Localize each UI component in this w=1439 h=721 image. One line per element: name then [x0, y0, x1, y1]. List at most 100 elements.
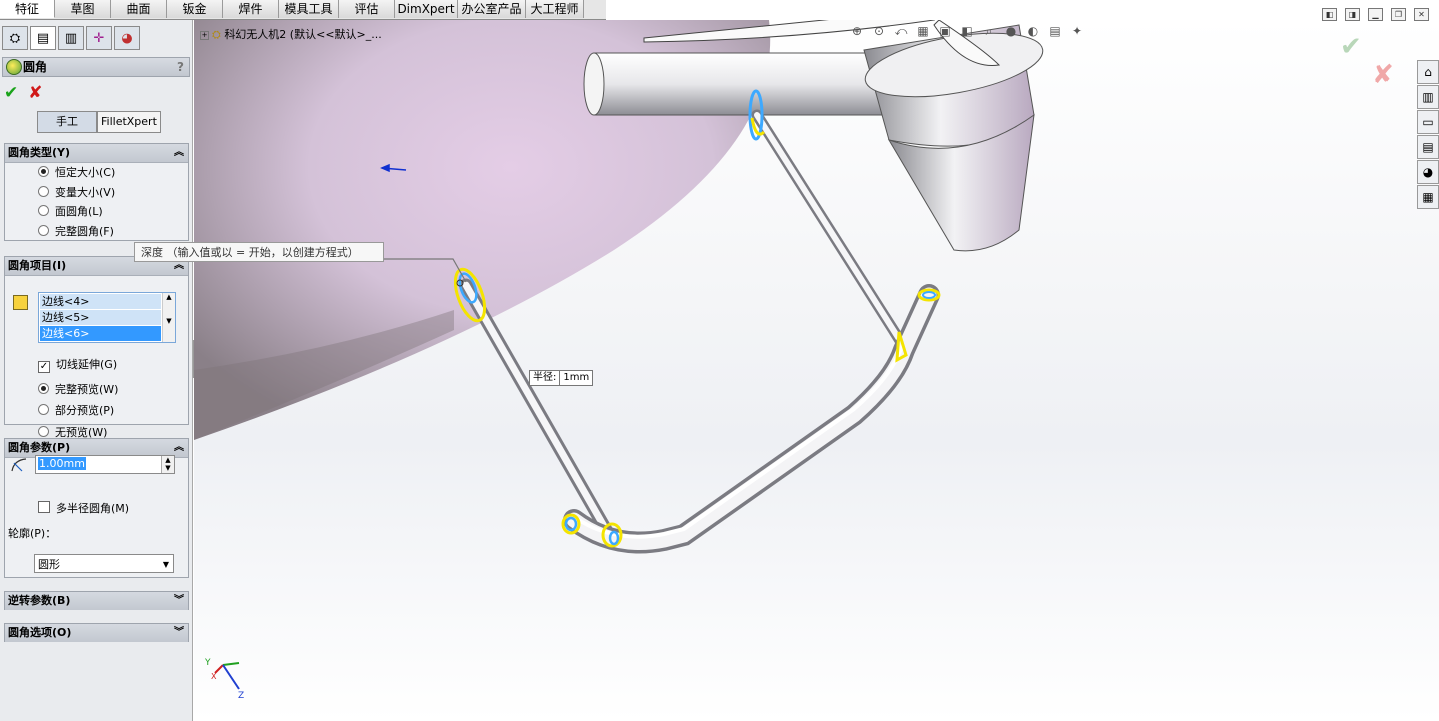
custom-properties-icon[interactable]: ▦	[1417, 185, 1439, 209]
close-icon[interactable]: ✕	[1414, 8, 1429, 21]
tab-sketch[interactable]: 草图	[55, 0, 111, 18]
home-icon[interactable]: ⌂	[1417, 60, 1439, 84]
minimize-icon[interactable]: ▁	[1368, 8, 1383, 21]
tangent-propagation-checkbox[interactable]: ✓ 切线延伸(G)	[38, 357, 117, 373]
radio-dot[interactable]	[38, 205, 49, 216]
fillet-type-group: 圆角类型(Y) ︽ 恒定大小(C) 变量大小(V) 面圆角(L) 完整圆角(F)	[4, 143, 189, 241]
tab-surfaces[interactable]: 曲面	[111, 0, 167, 18]
callout-label: 半径:	[533, 372, 557, 383]
checkbox-box[interactable]: ✓	[38, 361, 50, 373]
tab-big-engineer[interactable]: 大工程师	[526, 0, 584, 18]
view-palette-icon[interactable]: ▤	[1417, 135, 1439, 159]
appearances-icon[interactable]: ◕	[1417, 160, 1439, 184]
ok-check-icon[interactable]: ✔	[4, 83, 18, 103]
confirmation-corner-ok-icon[interactable]: ✔	[1340, 32, 1362, 62]
list-scrollbar[interactable]: ▲ ▼	[162, 293, 175, 342]
graphics-viewport[interactable]: ⊕ ⊙ ⤺ ▦ ▣ ◧ ⌕ ● ◐ ▤ ✦	[194, 20, 1439, 721]
dimxpert-manager-icon[interactable]: ✛	[86, 26, 112, 50]
radio-variable-size[interactable]: 变量大小(V)	[38, 185, 115, 201]
radio-full-round[interactable]: 完整圆角(F)	[38, 224, 114, 240]
expand-chevron-icon[interactable]: ︾	[174, 592, 184, 610]
tab-sheet-metal[interactable]: 钣金	[167, 0, 223, 18]
radio-dot[interactable]	[38, 186, 49, 197]
edge-selection-list[interactable]: 边线<4> 边线<5> 边线<6> ▲ ▼	[38, 292, 176, 343]
section-view-icon[interactable]: ▦	[915, 24, 931, 38]
chevron-down-icon[interactable]: ▼	[163, 555, 169, 574]
fillet-type-header[interactable]: 圆角类型(Y) ︽	[5, 144, 188, 163]
zoom-fit-icon[interactable]: ⊕	[849, 24, 865, 38]
zoom-area-icon[interactable]: ⊙	[871, 24, 887, 38]
multi-radius-checkbox[interactable]: 多半径圆角(M)	[38, 501, 129, 517]
display-manager-icon[interactable]: ◕	[114, 26, 140, 50]
radio-dot[interactable]	[38, 166, 49, 177]
manual-mode-button[interactable]: 手工	[37, 111, 97, 133]
flyout-feature-tree[interactable]: + ⛭ 科幻无人机2 (默认<<默认>_...	[200, 26, 382, 42]
view-settings-icon[interactable]: ▤	[1047, 24, 1063, 38]
profile-select[interactable]: 圆形 ▼	[34, 554, 174, 573]
fillet-items-group: 圆角项目(I) ︽ 边线<4> 边线<5> 边线<6> ▲ ▼ ✓ 切线延伸(G) …	[4, 256, 189, 439]
scene-icon[interactable]: ◐	[1025, 24, 1041, 38]
render-icon[interactable]: ✦	[1069, 24, 1085, 38]
list-item[interactable]: 边线<6>	[40, 326, 161, 341]
tile-right-icon[interactable]: ◨	[1345, 8, 1360, 21]
tab-dimxpert[interactable]: DimXpert	[395, 0, 458, 18]
command-manager-tabs: 特征 草图 曲面 钣金 焊件 模具工具 评估 DimXpert 办公室产品 大工…	[0, 0, 606, 20]
appearance-icon[interactable]: ●	[1003, 24, 1019, 38]
property-manager-panel: ⛭ ▤ ▥ ✛ ◕ 圆角 ? ✔ ✘ 手工 FilletXpert 圆角类型(Y)…	[0, 20, 193, 721]
fillet-options-group[interactable]: 圆角选项(O) ︾	[4, 623, 189, 642]
feature-manager-tabs: ⛭ ▤ ▥ ✛ ◕	[0, 26, 140, 52]
expand-tree-icon[interactable]: +	[200, 31, 209, 40]
radio-full-preview[interactable]: 完整预览(W)	[38, 382, 118, 398]
restore-icon[interactable]: ❐	[1391, 8, 1406, 21]
list-item[interactable]: 边线<5>	[40, 310, 161, 325]
tab-weldments[interactable]: 焊件	[223, 0, 279, 18]
confirmation-corner-cancel-icon[interactable]: ✘	[1372, 60, 1394, 90]
callout-value[interactable]: 1mm	[559, 371, 592, 385]
hide-show-icon[interactable]: ⌕	[981, 24, 997, 38]
help-icon[interactable]: ?	[177, 58, 184, 76]
radio-dot[interactable]	[38, 426, 49, 437]
radius-spinner[interactable]: ▲ ▼	[161, 456, 174, 473]
expand-chevron-icon[interactable]: ︾	[174, 624, 184, 642]
tab-office-products[interactable]: 办公室产品	[458, 0, 526, 18]
tile-left-icon[interactable]: ◧	[1322, 8, 1337, 21]
radio-partial-preview[interactable]: 部分预览(P)	[38, 403, 114, 419]
cancel-x-icon[interactable]: ✘	[28, 83, 42, 103]
fillet-options-header[interactable]: 圆角选项(O) ︾	[5, 624, 188, 642]
radius-input[interactable]: 1.00mm ▲ ▼	[35, 455, 175, 474]
list-item[interactable]: 边线<4>	[40, 294, 161, 309]
view-orientation-icon[interactable]: ▣	[937, 24, 953, 38]
file-explorer-icon[interactable]: ▭	[1417, 110, 1439, 134]
property-manager-icon[interactable]: ▤	[30, 26, 56, 50]
setback-parameters-header[interactable]: 逆转参数(B) ︾	[5, 592, 188, 610]
radio-constant-size[interactable]: 恒定大小(C)	[38, 165, 115, 181]
filletxpert-mode-button[interactable]: FilletXpert	[97, 111, 161, 133]
collapse-chevron-icon[interactable]: ︽	[174, 439, 184, 457]
radio-dot[interactable]	[38, 383, 49, 394]
setback-parameters-group[interactable]: 逆转参数(B) ︾	[4, 591, 189, 610]
part-name[interactable]: 科幻无人机2 (默认<<默认>_...	[224, 28, 381, 41]
display-style-icon[interactable]: ◧	[959, 24, 975, 38]
radius-callout[interactable]: 半径: 1mm	[529, 370, 594, 386]
triad-x-label: X	[211, 672, 217, 681]
profile-label: 轮廓(P)：	[8, 527, 57, 540]
radio-face-fillet[interactable]: 面圆角(L)	[38, 204, 103, 220]
checkbox-box[interactable]	[38, 501, 50, 513]
radio-dot[interactable]	[38, 404, 49, 415]
edge-selection-icon	[13, 295, 28, 310]
part-icon: ⛭	[212, 28, 221, 41]
tab-mold-tools[interactable]: 模具工具	[279, 0, 339, 18]
tab-evaluate[interactable]: 评估	[339, 0, 395, 18]
configuration-manager-icon[interactable]: ▥	[58, 26, 84, 50]
document-window-controls: ◧ ◨ ▁ ❐ ✕	[1322, 8, 1429, 21]
tab-features[interactable]: 特征	[0, 0, 55, 18]
design-library-icon[interactable]: ▥	[1417, 85, 1439, 109]
collapse-chevron-icon[interactable]: ︽	[174, 144, 184, 162]
reference-triad: Y X Z	[204, 658, 244, 700]
previous-view-icon[interactable]: ⤺	[893, 24, 909, 38]
model-view[interactable]	[194, 20, 1439, 721]
radio-dot[interactable]	[38, 225, 49, 236]
heads-up-toolbar: ⊕ ⊙ ⤺ ▦ ▣ ◧ ⌕ ● ◐ ▤ ✦	[849, 24, 1085, 38]
feature-tree-icon[interactable]: ⛭	[2, 26, 28, 50]
fillet-mode-toggle: 手工 FilletXpert	[37, 111, 161, 133]
